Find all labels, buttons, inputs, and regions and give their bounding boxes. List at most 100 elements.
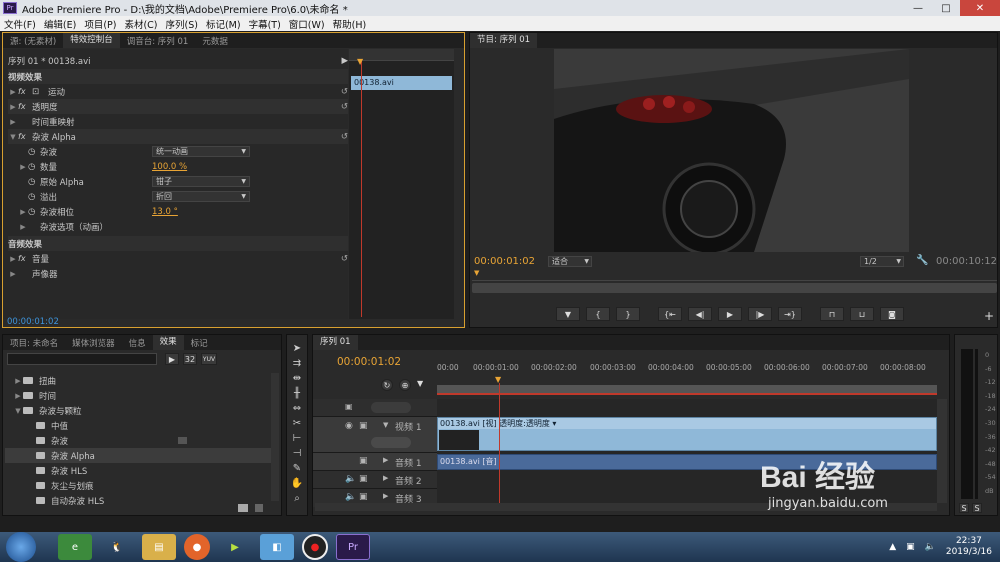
- marker-button[interactable]: ▼: [556, 307, 580, 321]
- effect-mini-timeline[interactable]: 00138.avi ▼: [349, 49, 454, 319]
- rolling-edit-tool-icon[interactable]: ╫: [289, 386, 305, 400]
- pen-tool-icon[interactable]: ✎: [289, 461, 305, 475]
- play-only-audio-icon[interactable]: ▶: [341, 56, 348, 66]
- program-zoom-bar[interactable]: [472, 283, 997, 293]
- reset-icon[interactable]: ↺: [341, 132, 348, 142]
- tab-program[interactable]: 节目: 序列 01: [470, 33, 538, 48]
- new-folder-icon[interactable]: [238, 504, 248, 512]
- expand-triangle-icon[interactable]: ▶: [8, 118, 18, 126]
- timeline-playhead-line[interactable]: [499, 383, 500, 509]
- expand-triangle-icon[interactable]: ▶: [18, 163, 28, 171]
- fx-toggle-icon[interactable]: fx: [18, 132, 32, 141]
- menu-clip[interactable]: 素材(C): [120, 17, 161, 31]
- tab-effects[interactable]: 效果: [152, 335, 184, 350]
- tab-source[interactable]: 源: (无素材): [3, 35, 63, 47]
- add-button-icon[interactable]: +: [984, 309, 994, 323]
- start-button-icon[interactable]: [6, 532, 36, 562]
- eye-icon[interactable]: ◉: [345, 421, 353, 431]
- record-icon[interactable]: ●: [302, 534, 328, 560]
- fx-toggle-icon[interactable]: fx: [18, 254, 32, 263]
- menu-edit[interactable]: 编辑(E): [40, 17, 80, 31]
- timeline-ruler[interactable]: 00:00 00:00:01:00 00:00:02:00 00:00:03:0…: [437, 363, 937, 383]
- menu-marker[interactable]: 标记(M): [202, 17, 245, 31]
- delete-icon[interactable]: [255, 504, 263, 512]
- explorer-icon[interactable]: ▤: [142, 534, 176, 560]
- menu-file[interactable]: 文件(F): [0, 17, 40, 31]
- work-area-bar[interactable]: [437, 385, 937, 395]
- collapse-triangle-icon[interactable]: ▼: [383, 421, 388, 429]
- list-item[interactable]: 中值: [36, 418, 271, 433]
- expand-triangle-icon[interactable]: ▶: [8, 255, 18, 263]
- expand-triangle-icon[interactable]: ▶: [8, 270, 18, 278]
- reset-icon[interactable]: ↺: [341, 87, 348, 97]
- expand-triangle-icon[interactable]: ▶: [8, 103, 18, 111]
- list-item[interactable]: 杂波 HLS: [36, 463, 271, 478]
- timeline-timecode[interactable]: 00:00:01:02: [337, 356, 401, 368]
- export-frame-camera-button[interactable]: ◙: [880, 307, 904, 321]
- media-icon[interactable]: ▶: [218, 534, 252, 560]
- wrench-icon[interactable]: 🔧: [916, 255, 928, 266]
- track-header-video-2[interactable]: ▣: [313, 399, 437, 417]
- list-item[interactable]: ▼ 杂波与颗粒: [13, 403, 271, 418]
- menu-title[interactable]: 字幕(T): [245, 17, 285, 31]
- selection-tool-icon[interactable]: ➤: [289, 341, 305, 355]
- mini-ruler[interactable]: [349, 49, 454, 61]
- close-button[interactable]: ✕: [960, 0, 1000, 16]
- fx-toggle-icon[interactable]: fx: [18, 102, 32, 111]
- stopwatch-icon[interactable]: ◷: [28, 147, 40, 157]
- mark-in-button[interactable]: {: [586, 307, 610, 321]
- premiere-icon[interactable]: Pr: [336, 534, 370, 560]
- stopwatch-icon[interactable]: ◷: [28, 207, 40, 217]
- track-output-icon[interactable]: ▣: [345, 402, 353, 411]
- reset-icon[interactable]: ↺: [341, 254, 348, 264]
- tab-markers[interactable]: 标记: [184, 337, 215, 349]
- keyframe-nav[interactable]: [371, 402, 411, 413]
- accelerated-effects-icon[interactable]: ▶: [165, 353, 179, 365]
- track-output-icon[interactable]: ▣: [359, 474, 368, 484]
- effects-scrollbar[interactable]: [271, 373, 279, 501]
- fit-dropdown[interactable]: 适合 ▼: [548, 256, 592, 267]
- mark-out-button[interactable]: }: [616, 307, 640, 321]
- files-icon[interactable]: ◧: [260, 534, 294, 560]
- expand-triangle-icon[interactable]: ▶: [383, 456, 388, 464]
- tab-metadata[interactable]: 元数据: [195, 35, 235, 47]
- maximize-button[interactable]: □: [932, 0, 960, 16]
- speaker-icon[interactable]: 🔈: [345, 492, 356, 502]
- effects-search-input[interactable]: [7, 353, 157, 365]
- effect-controls-timecode[interactable]: 00:00:01:02: [7, 317, 59, 327]
- track-header-video-1[interactable]: ◉ ▣ ▼ 视频 1: [313, 417, 437, 453]
- program-ruler[interactable]: [472, 271, 997, 281]
- menu-help[interactable]: 帮助(H): [329, 17, 371, 31]
- track-output-icon[interactable]: ▣: [359, 456, 368, 466]
- original-alpha-dropdown[interactable]: 钳子 ▼: [152, 176, 250, 187]
- expand-triangle-icon[interactable]: ▶: [18, 208, 28, 216]
- tab-effect-controls[interactable]: 特效控制台: [63, 33, 120, 48]
- volume-icon[interactable]: 🔈: [925, 542, 936, 552]
- razor-tool-icon[interactable]: ✂: [289, 416, 305, 430]
- speaker-icon[interactable]: 🔈: [345, 474, 356, 484]
- solo-left-button[interactable]: S: [959, 503, 969, 513]
- reset-icon[interactable]: ↺: [341, 102, 348, 112]
- slide-tool-icon[interactable]: ⊣: [289, 446, 305, 460]
- list-item[interactable]: 灰尘与划痕: [36, 478, 271, 493]
- network-icon[interactable]: ▣: [906, 542, 915, 552]
- menu-project[interactable]: 项目(P): [80, 17, 120, 31]
- snap-icon[interactable]: ↻: [381, 379, 393, 391]
- clock[interactable]: 22:37 2019/3/16: [946, 536, 992, 558]
- tab-info[interactable]: 信息: [122, 337, 153, 349]
- hand-tool-icon[interactable]: ✋: [289, 476, 305, 490]
- effect-row-volume[interactable]: ▶ fx 音量 ↺: [8, 251, 348, 266]
- program-playhead-icon[interactable]: ▼: [474, 269, 479, 277]
- clip-bar[interactable]: 00138.avi: [351, 76, 452, 90]
- menu-window[interactable]: 窗口(W): [285, 17, 329, 31]
- amount-value[interactable]: 100.0 %: [152, 162, 187, 172]
- solo-right-button[interactable]: S: [972, 503, 982, 513]
- ie-icon[interactable]: e: [58, 534, 92, 560]
- resolution-dropdown[interactable]: 1/2 ▼: [860, 256, 904, 267]
- track-output-icon[interactable]: ▣: [359, 492, 368, 502]
- expand-triangle-icon[interactable]: ▶: [383, 474, 388, 482]
- list-item-selected[interactable]: 杂波 Alpha: [5, 448, 271, 463]
- noise-dropdown[interactable]: 统一动画 ▼: [152, 146, 250, 157]
- expand-triangle-icon[interactable]: ▶: [383, 492, 388, 500]
- list-item[interactable]: 杂波: [36, 433, 271, 448]
